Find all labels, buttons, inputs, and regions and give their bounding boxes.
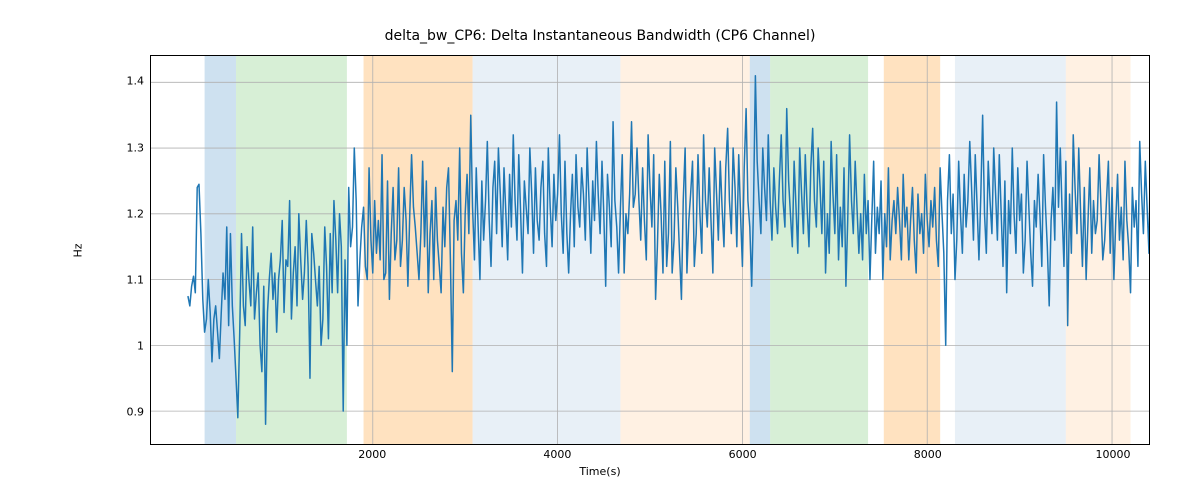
x-tick-label: 8000: [914, 448, 942, 461]
y-tick-label: 0.9: [104, 405, 144, 418]
x-axis-label: Time(s): [0, 465, 1200, 478]
x-tick-label: 2000: [358, 448, 386, 461]
chart-title: delta_bw_CP6: Delta Instantaneous Bandwi…: [0, 28, 1200, 44]
y-axis-label: Hz: [70, 0, 86, 500]
y-tick-label: 1.4: [104, 75, 144, 88]
y-tick-label: 1.2: [104, 207, 144, 220]
y-tick-label: 1.3: [104, 141, 144, 154]
y-tick-label: 1.1: [104, 273, 144, 286]
x-tick-label: 10000: [1095, 448, 1130, 461]
y-tick-label: 1: [104, 339, 144, 352]
figure: delta_bw_CP6: Delta Instantaneous Bandwi…: [0, 0, 1200, 500]
plot-area: [150, 55, 1150, 445]
plot-svg: [151, 56, 1149, 444]
x-tick-label: 4000: [543, 448, 571, 461]
x-tick-label: 6000: [729, 448, 757, 461]
